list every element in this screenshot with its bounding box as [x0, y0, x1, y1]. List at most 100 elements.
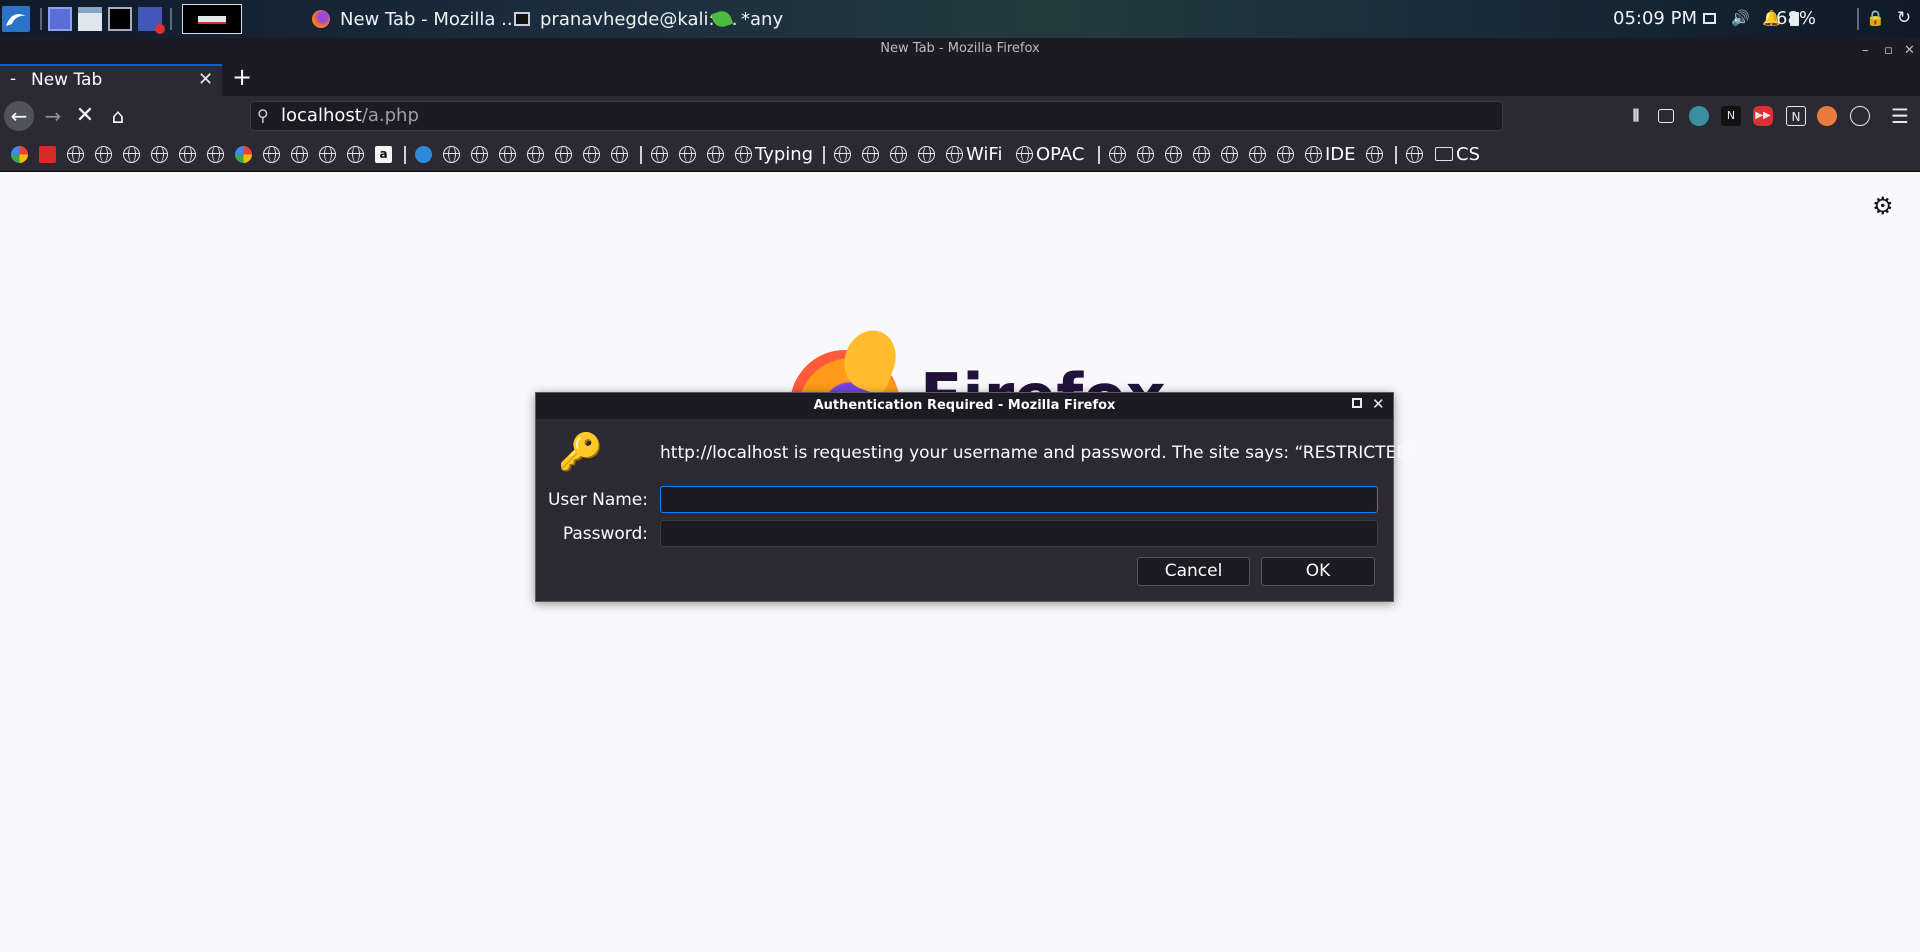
globe-icon: [471, 145, 488, 163]
username-field[interactable]: [660, 486, 1378, 513]
taskbar-terminal[interactable]: pranavhegde@kali: ...: [514, 0, 737, 38]
forward-arrow-icon[interactable]: →: [38, 101, 68, 131]
globe-icon: [67, 145, 84, 163]
bookmark-opac[interactable]: OPAC: [1016, 144, 1084, 165]
bookmark[interactable]: [443, 144, 460, 164]
navigation-toolbar: ← → ✕ ⌂ ⚲ localhost/a.php ⫼ N ▶▶ N ☰: [0, 96, 1920, 136]
bookmark-red[interactable]: [39, 144, 56, 164]
panel-separator: [1857, 8, 1859, 30]
bookmark[interactable]: [1109, 144, 1126, 164]
url-bar[interactable]: ⚲ localhost/a.php: [250, 101, 1503, 131]
bookmark[interactable]: [707, 144, 724, 164]
notion-icon[interactable]: N: [1786, 106, 1806, 126]
bookmark[interactable]: [1249, 144, 1266, 164]
hamburger-menu-icon[interactable]: ☰: [1890, 106, 1910, 126]
taskbar-firefox[interactable]: New Tab - Mozilla ...: [312, 0, 518, 38]
bookmarks-toolbar: a Typing WiFi OPAC IDE CS: [0, 136, 1920, 172]
bookmark[interactable]: [1406, 144, 1423, 164]
bookmark[interactable]: [263, 144, 280, 164]
close-window-icon[interactable]: ✕: [1904, 40, 1915, 62]
globe-icon: [890, 145, 907, 163]
bookmark[interactable]: [67, 144, 84, 164]
bookmark[interactable]: [679, 144, 696, 164]
extension-n-icon[interactable]: N: [1721, 106, 1741, 126]
bookmark[interactable]: [319, 144, 336, 164]
globe-icon: [651, 145, 668, 163]
bookmark[interactable]: [651, 144, 668, 164]
maximize-icon[interactable]: ▫: [1884, 40, 1893, 62]
bookmark[interactable]: [1193, 144, 1210, 164]
bookmark-google[interactable]: [235, 144, 252, 164]
password-field[interactable]: [660, 520, 1378, 547]
bookmark-typing[interactable]: Typing: [735, 144, 813, 165]
bookmark[interactable]: [1366, 144, 1383, 164]
bookmark-media[interactable]: [415, 144, 432, 164]
bookmark[interactable]: [1221, 144, 1238, 164]
bookmark[interactable]: [207, 144, 224, 164]
kali-menu-icon[interactable]: [2, 6, 30, 32]
new-tab-plus-icon[interactable]: +: [232, 63, 252, 91]
globe-icon: [555, 145, 572, 163]
bookmark[interactable]: [611, 144, 628, 164]
bookmark[interactable]: [471, 144, 488, 164]
folder-icon: [1435, 147, 1453, 161]
url-path: /a.php: [361, 105, 419, 126]
bookmark[interactable]: [347, 144, 364, 164]
bookmark-folder-cs[interactable]: CS: [1435, 144, 1480, 165]
extension-palette-icon[interactable]: [1850, 106, 1870, 126]
back-arrow-icon[interactable]: ←: [4, 101, 34, 131]
dialog-maximize-icon[interactable]: [1352, 398, 1362, 408]
key-icon: 🔑: [558, 432, 603, 473]
globe-icon: [862, 145, 879, 163]
bookmark[interactable]: [95, 144, 112, 164]
bookmark[interactable]: [890, 144, 907, 164]
stop-loading-icon[interactable]: ✕: [70, 101, 100, 131]
workspace-switcher[interactable]: [182, 4, 242, 34]
bookmark-wifi[interactable]: WiFi: [946, 144, 1002, 165]
show-desktop-icon[interactable]: [48, 7, 72, 31]
taskbar-label: pranavhegde@kali: ...: [540, 8, 738, 30]
bookmark[interactable]: [123, 144, 140, 164]
bookmark[interactable]: [151, 144, 168, 164]
bookmark[interactable]: [918, 144, 935, 164]
display-icon[interactable]: [1703, 13, 1716, 24]
bookmark[interactable]: [583, 144, 600, 164]
clock[interactable]: 05:09 PM: [1613, 8, 1697, 29]
bookmark[interactable]: [862, 144, 879, 164]
lock-screen-icon[interactable]: 🔒: [1866, 10, 1885, 26]
tab-close-icon[interactable]: ✕: [198, 69, 213, 90]
bookmark[interactable]: [555, 144, 572, 164]
gear-icon[interactable]: ⚙: [1872, 192, 1894, 220]
terminal-icon[interactable]: [108, 7, 132, 31]
bookmark[interactable]: [527, 144, 544, 164]
file-manager-icon[interactable]: [78, 7, 102, 31]
extension-media-icon[interactable]: ▶▶: [1753, 106, 1773, 126]
bookmark[interactable]: [834, 144, 851, 164]
bookmark[interactable]: [179, 144, 196, 164]
bookmark[interactable]: [1277, 144, 1294, 164]
library-icon[interactable]: ⫼: [1626, 106, 1646, 126]
globe-icon: [207, 145, 224, 163]
bookmark[interactable]: [291, 144, 308, 164]
bookmark-ide[interactable]: IDE: [1305, 144, 1356, 165]
bookmark-amazon[interactable]: a: [375, 144, 392, 164]
bookmark[interactable]: [499, 144, 516, 164]
cancel-button[interactable]: Cancel: [1137, 557, 1250, 586]
bookmark[interactable]: [1137, 144, 1154, 164]
sidebar-icon[interactable]: [1658, 109, 1674, 123]
ok-button[interactable]: OK: [1261, 557, 1375, 586]
screen-recorder-icon[interactable]: [138, 7, 165, 34]
bookmark[interactable]: [1165, 144, 1182, 164]
home-icon[interactable]: ⌂: [103, 101, 133, 131]
bookmark-google[interactable]: [11, 144, 28, 164]
volume-icon[interactable]: 🔊: [1731, 10, 1750, 26]
minimize-icon[interactable]: –: [1862, 40, 1869, 62]
dialog-close-icon[interactable]: ✕: [1372, 395, 1385, 413]
taskbar-editor[interactable]: *any: [710, 0, 783, 38]
extension-color-icon[interactable]: [1817, 106, 1837, 126]
globe-icon: [527, 145, 544, 163]
tab-new-tab[interactable]: - New Tab ✕: [0, 64, 222, 96]
amazon-icon: a: [375, 145, 392, 163]
logout-icon[interactable]: ↻: [1896, 10, 1912, 27]
extension-globe-icon[interactable]: [1689, 106, 1709, 126]
